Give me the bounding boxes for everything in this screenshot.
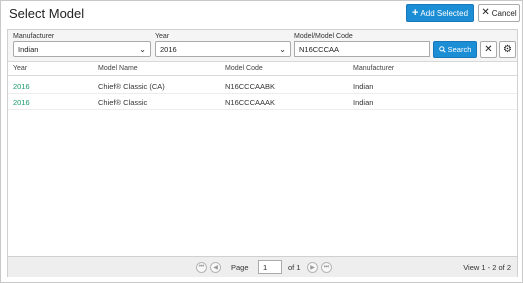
model-code-cell: N16CCCAAAK — [225, 98, 276, 107]
year-select[interactable]: 2016 ⌄ — [155, 41, 291, 57]
search-button[interactable]: Search — [433, 41, 477, 58]
add-selected-button[interactable]: + Add Selected — [406, 4, 474, 22]
dialog-header: Select Model + Add Selected ✕ Cancel — [1, 1, 522, 25]
clear-filters-button[interactable]: ✕ — [480, 41, 497, 58]
next-page-icon: ▶ — [310, 265, 315, 271]
chevron-down-icon: ⌄ — [279, 45, 286, 54]
add-selected-label: Add Selected — [420, 8, 469, 18]
year-cell[interactable]: 2016 — [13, 98, 30, 107]
table-row[interactable]: 2016 Chief® Classic N16CCCAAAK Indian — [8, 94, 517, 110]
results-panel: Manufacturer Indian ⌄ Year 2016 ⌄ Model/… — [7, 29, 518, 277]
cancel-label: Cancel — [491, 8, 517, 18]
manufacturer-value: Indian — [18, 45, 39, 54]
year-label: Year — [155, 33, 170, 40]
dialog-title: Select Model — [9, 6, 85, 21]
last-page-button[interactable]: ⏭ — [321, 262, 332, 273]
search-icon — [438, 46, 446, 53]
column-header-manufacturer[interactable]: Manufacturer — [353, 65, 394, 72]
prev-page-button[interactable]: ◀ — [210, 262, 221, 273]
manufacturer-select[interactable]: Indian ⌄ — [13, 41, 151, 57]
table-header: Year Model Name Model Code Manufacturer — [8, 63, 517, 76]
next-page-button[interactable]: ▶ — [307, 262, 318, 273]
gear-icon: ⚙ — [503, 44, 512, 55]
page-label: Page — [231, 263, 249, 272]
model-code-label: Model/Model Code — [294, 33, 353, 40]
page-count: of 1 — [288, 263, 301, 272]
pagination-bar: ⏮ ◀ Page 1 of 1 ▶ ⏭ View 1 - 2 of 2 — [8, 256, 517, 277]
manufacturer-cell: Indian — [353, 82, 374, 91]
column-header-model-name[interactable]: Model Name — [98, 65, 138, 72]
first-page-icon: ⏮ — [198, 264, 205, 270]
table-row[interactable]: 2016 Chief® Classic (CA) N16CCCAABK Indi… — [8, 78, 517, 94]
model-code-input[interactable]: N16CCCAA — [294, 41, 430, 57]
settings-button[interactable]: ⚙ — [499, 41, 516, 58]
model-name-cell: Chief® Classic (CA) — [98, 82, 165, 91]
close-icon: ✕ — [481, 7, 490, 18]
chevron-down-icon: ⌄ — [139, 45, 146, 54]
select-model-dialog: Select Model + Add Selected ✕ Cancel Man… — [0, 0, 523, 283]
model-code-cell: N16CCCAABK — [225, 82, 276, 91]
page-input[interactable]: 1 — [258, 260, 282, 274]
first-page-button[interactable]: ⏮ — [196, 262, 207, 273]
prev-page-icon: ◀ — [213, 265, 218, 271]
view-range-text: View 1 - 2 of 2 — [463, 263, 511, 272]
model-name-cell: Chief® Classic — [98, 98, 148, 107]
year-value: 2016 — [160, 45, 177, 54]
search-label: Search — [447, 45, 472, 54]
year-cell[interactable]: 2016 — [13, 82, 30, 91]
plus-icon: + — [411, 6, 419, 19]
column-header-model-code[interactable]: Model Code — [225, 65, 263, 72]
manufacturer-label: Manufacturer — [13, 33, 55, 40]
close-icon: ✕ — [484, 44, 493, 55]
manufacturer-cell: Indian — [353, 98, 374, 107]
filter-bar: Manufacturer Indian ⌄ Year 2016 ⌄ Model/… — [8, 30, 517, 62]
last-page-icon: ⏭ — [323, 264, 330, 270]
column-header-year[interactable]: Year — [13, 65, 27, 72]
cancel-button[interactable]: ✕ Cancel — [478, 4, 520, 22]
